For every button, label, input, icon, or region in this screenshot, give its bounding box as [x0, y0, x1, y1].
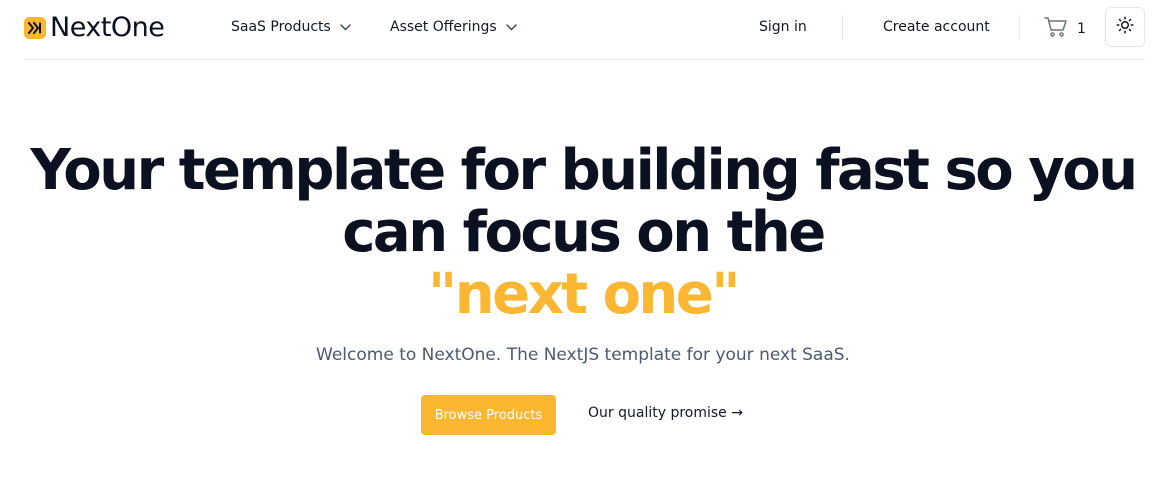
hero-heading: Your template for building fast so you c…: [0, 140, 1166, 326]
top-nav-bar: NextOne SaaS Products Asset Offerings Si…: [24, 0, 1145, 60]
hero-subtitle: Welcome to NextOne. The NextJS template …: [316, 345, 850, 365]
brand-name: NextOne: [50, 12, 165, 43]
hero-heading-text: Your template for building fast so you c…: [30, 138, 1138, 265]
nav-divider: [1019, 15, 1020, 40]
create-account-link[interactable]: Create account: [883, 19, 990, 35]
hero-section: Your template for building fast so you c…: [0, 140, 1166, 326]
nav-menu-label: SaaS Products: [231, 19, 331, 35]
chevron-down-icon: [340, 23, 351, 31]
sun-icon: [1116, 16, 1134, 38]
theme-toggle-button[interactable]: [1105, 7, 1145, 47]
nav-menu-label: Asset Offerings: [390, 19, 497, 35]
nav-menu-saas-products[interactable]: SaaS Products: [231, 19, 351, 35]
chevron-down-icon: [506, 23, 517, 31]
browse-products-button[interactable]: Browse Products: [421, 395, 556, 435]
fast-forward-icon: [24, 16, 46, 39]
nav-divider: [842, 15, 843, 40]
cart-button[interactable]: 1: [1044, 16, 1086, 42]
cart-icon: [1044, 16, 1068, 42]
brand-logo[interactable]: NextOne: [24, 12, 165, 43]
cart-count: 1: [1077, 21, 1086, 37]
sign-in-link[interactable]: Sign in: [759, 19, 807, 35]
hero-heading-accent: "next one": [428, 262, 740, 327]
nav-menu-asset-offerings[interactable]: Asset Offerings: [390, 19, 517, 35]
quality-promise-link[interactable]: Our quality promise →: [588, 405, 743, 421]
